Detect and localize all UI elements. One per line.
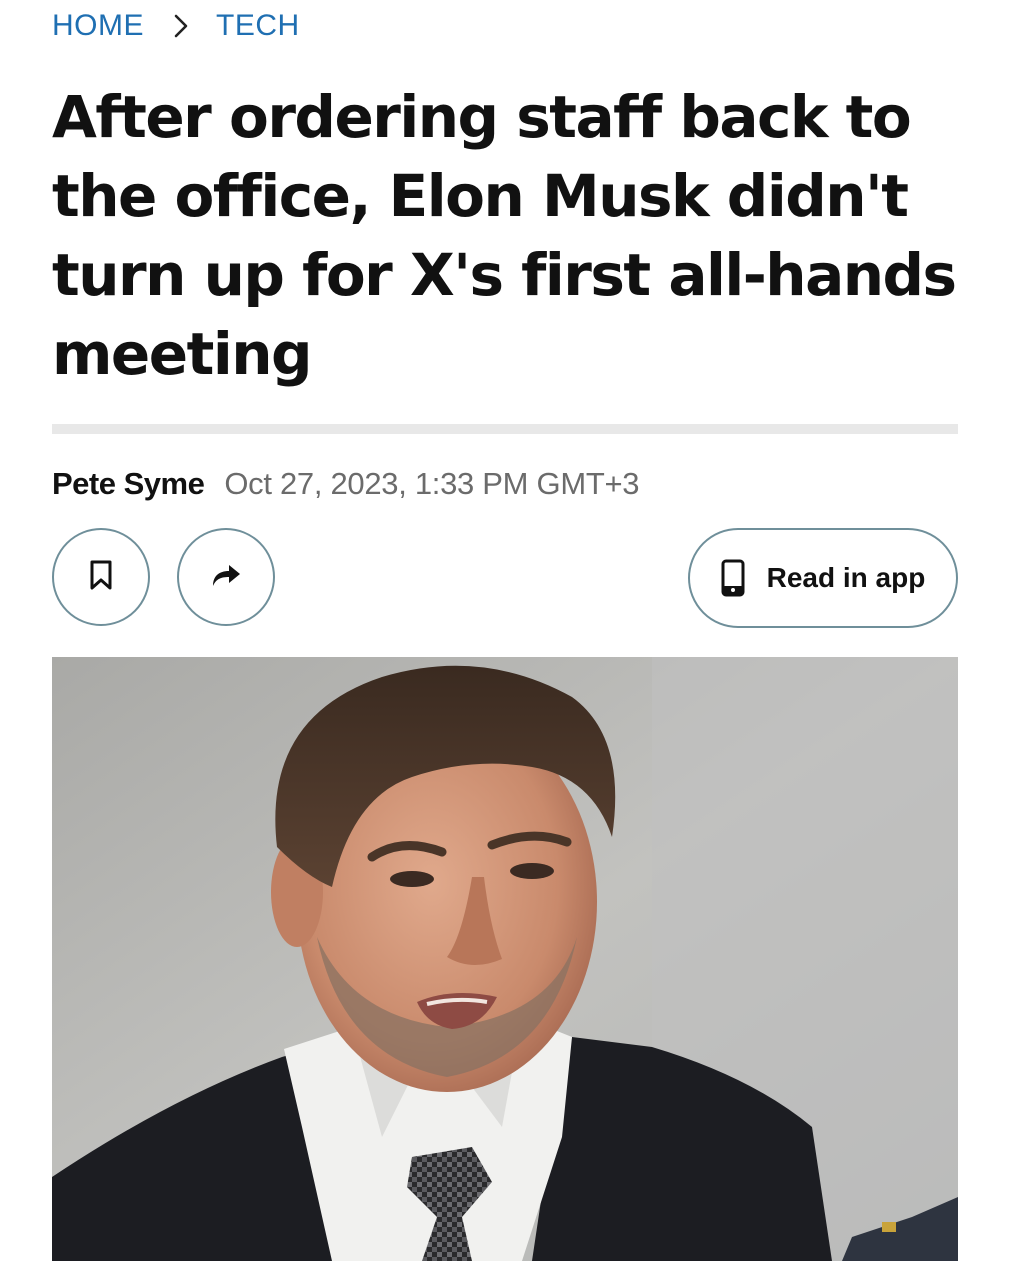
read-in-app-label: Read in app	[766, 562, 926, 593]
headline-divider	[52, 424, 958, 434]
author-name[interactable]: Pete Syme	[52, 466, 205, 502]
phone-icon	[721, 559, 745, 597]
breadcrumb-tech-link[interactable]: TECH	[216, 9, 300, 43]
breadcrumb: HOME TECH	[52, 8, 300, 44]
read-in-app-button[interactable]: Read in app	[688, 528, 958, 628]
share-arrow-icon	[209, 560, 243, 595]
byline: Pete Syme Oct 27, 2023, 1:33 PM GMT+3	[52, 466, 640, 510]
bookmark-icon	[87, 559, 115, 596]
hero-image	[52, 657, 958, 1261]
share-button[interactable]	[177, 528, 275, 626]
save-button[interactable]	[52, 528, 150, 626]
article-headline: After ordering staff back to the office,…	[52, 83, 957, 388]
publish-date: Oct 27, 2023, 1:33 PM GMT+3	[224, 466, 640, 501]
chevron-right-icon	[162, 8, 202, 44]
breadcrumb-home-link[interactable]: HOME	[52, 9, 144, 43]
